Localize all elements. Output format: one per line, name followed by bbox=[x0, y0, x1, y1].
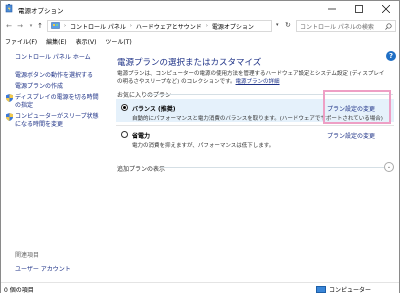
sidebar-item-label: コンピューターがスリープ状態になる時間を変更 bbox=[15, 113, 99, 128]
power-options-window: 電源オプション ← → ▾ ↑ › コントロール パネル › ハードウェアとサウ… bbox=[0, 0, 400, 293]
show-additional-plans-label[interactable]: 追加プランの表示 bbox=[117, 164, 165, 173]
sidebar-item-power-button[interactable]: 電源ボタンの動作を選択する bbox=[15, 72, 110, 80]
up-button[interactable]: ↑ bbox=[35, 21, 45, 31]
plan-radio-power-saver[interactable] bbox=[121, 131, 128, 138]
main-content: ? 電源プランの選択またはカスタマイズ 電源プランは、コンピューターの電源の使用… bbox=[111, 48, 399, 282]
divider bbox=[116, 125, 394, 126]
change-plan-settings-link-power-saver[interactable]: プラン設定の変更 bbox=[327, 131, 375, 140]
arrow-up-icon: ↑ bbox=[37, 22, 43, 30]
search-box[interactable]: コントロール パネルの検索 bbox=[296, 20, 396, 32]
help-button[interactable]: ? bbox=[386, 51, 396, 61]
question-icon: ? bbox=[388, 52, 394, 60]
item-count: 0 個の項目 bbox=[4, 287, 34, 293]
maximize-icon bbox=[355, 5, 363, 13]
minimize-icon bbox=[328, 8, 336, 10]
chevron-down-icon: ▾ bbox=[29, 23, 33, 29]
power-plan-details-link[interactable]: 電源プランの詳細 bbox=[236, 79, 280, 85]
page-description: 電源プランは、コンピューターの電源の使用方法を管理するハードウェア設定とシステム… bbox=[117, 70, 387, 86]
menu-file[interactable]: ファイル(F) bbox=[5, 37, 37, 46]
address-bar-row: ← → ▾ ↑ › コントロール パネル › ハードウェアとサウンド › 電源オ… bbox=[1, 18, 399, 33]
sidebar-item-create-plan[interactable]: 電源プランの作成 bbox=[15, 83, 110, 91]
breadcrumb-separator-icon: › bbox=[129, 23, 132, 29]
menu-bar: ファイル(F) 編集(E) 表示(V) ツール(T) bbox=[1, 35, 399, 47]
menu-edit[interactable]: 編集(E) bbox=[46, 37, 66, 46]
page-title: 電源プランの選択またはカスタマイズ bbox=[117, 58, 262, 68]
control-panel-home-link[interactable]: コントロール パネル ホーム bbox=[15, 52, 91, 61]
power-options-icon bbox=[5, 4, 13, 13]
plan-name-balanced: バランス (推奨) bbox=[132, 106, 176, 113]
menu-view[interactable]: 表示(V) bbox=[76, 37, 97, 46]
back-button[interactable]: ← bbox=[4, 21, 14, 31]
left-pane: コントロール パネル ホーム 電源ボタンの動作を選択する 電源プランの作成 ディ… bbox=[1, 48, 111, 282]
minimize-button[interactable] bbox=[319, 1, 345, 17]
plan-desc-power-saver: 電力の消費を抑えますが、パフォーマンスは低下します。 bbox=[132, 143, 275, 149]
search-icon bbox=[385, 23, 392, 30]
chevron-down-icon: ⌄ bbox=[386, 164, 392, 170]
close-icon bbox=[382, 5, 390, 13]
address-dropdown-icon[interactable]: ▾ bbox=[276, 22, 279, 28]
refresh-icon[interactable]: ↻ bbox=[285, 21, 291, 29]
menu-tools[interactable]: ツール(T) bbox=[105, 37, 131, 46]
breadcrumb-hardware-sound[interactable]: ハードウェアとサウンド bbox=[136, 22, 202, 31]
expand-additional-plans-button[interactable]: ⌄ bbox=[384, 162, 394, 172]
sidebar-item-display-off[interactable]: ディスプレイの電源を切る時間の指定 bbox=[6, 94, 101, 110]
arrow-left-icon: ← bbox=[6, 22, 12, 30]
control-panel-icon bbox=[51, 22, 60, 29]
breadcrumb-control-panel[interactable]: コントロール パネル bbox=[70, 22, 126, 31]
forward-button[interactable]: → bbox=[15, 21, 25, 31]
sidebar-item-label: ディスプレイの電源を切る時間の指定 bbox=[15, 94, 99, 109]
breadcrumb-separator-icon: › bbox=[64, 23, 66, 29]
divider bbox=[161, 167, 384, 168]
plan-radio-balanced[interactable] bbox=[121, 104, 128, 111]
sidebar-item-label: 電源プランの作成 bbox=[15, 83, 64, 90]
address-bar[interactable]: › コントロール パネル › ハードウェアとサウンド › 電源オプション bbox=[47, 20, 272, 32]
user-accounts-link[interactable]: ユーザー アカウント bbox=[15, 264, 71, 273]
breadcrumb-power-options[interactable]: 電源オプション bbox=[212, 22, 254, 31]
arrow-right-icon: → bbox=[17, 22, 23, 30]
search-placeholder: コントロール パネルの検索 bbox=[300, 23, 374, 31]
window-title: 電源オプション bbox=[18, 7, 64, 15]
related-heading: 関連項目 bbox=[15, 252, 40, 259]
shield-icon bbox=[6, 113, 13, 121]
status-location: コンピューター bbox=[316, 285, 371, 293]
plan-name-power-saver: 省電力 bbox=[132, 133, 151, 140]
maximize-button[interactable] bbox=[346, 1, 372, 17]
breadcrumb-separator-icon: › bbox=[205, 23, 208, 29]
status-bar: 0 個の項目 コンピューター bbox=[1, 282, 399, 293]
shield-icon bbox=[6, 94, 13, 102]
highlight-box bbox=[323, 90, 391, 124]
sidebar-item-sleep-time[interactable]: コンピューターがスリープ状態になる時間を変更 bbox=[6, 113, 101, 129]
sidebar-item-label: 電源ボタンの動作を選択する bbox=[15, 72, 94, 79]
computer-icon bbox=[316, 286, 326, 293]
location-label: コンピューター bbox=[329, 287, 372, 293]
title-bar: 電源オプション bbox=[1, 1, 399, 17]
close-button[interactable] bbox=[373, 1, 399, 17]
